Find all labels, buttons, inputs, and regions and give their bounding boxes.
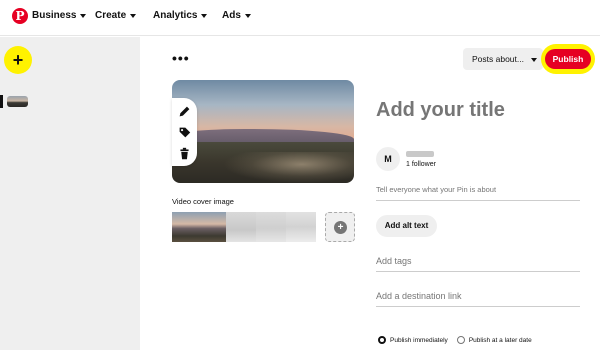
nav-create[interactable]: Create — [95, 10, 137, 21]
board-select-value: Posts about... — [472, 54, 524, 64]
pinterest-logo-icon[interactable]: P — [12, 8, 28, 24]
cover-frame[interactable] — [226, 212, 256, 242]
publish-later-label: Publish at a later date — [468, 336, 532, 344]
publish-immediately-label: Publish immediately — [390, 336, 448, 344]
nav-analytics-label: Analytics — [153, 10, 198, 21]
trash-icon[interactable] — [178, 147, 191, 160]
media-tools — [172, 98, 197, 166]
board-select[interactable]: Posts about... — [463, 48, 543, 70]
drafts-sidebar — [0, 37, 140, 350]
destination-link-input[interactable]: Add a destination link — [376, 291, 580, 307]
video-cover-label: Video cover image — [172, 197, 234, 206]
radio-publish-immediately[interactable] — [378, 336, 386, 344]
username-redacted — [406, 151, 434, 157]
publish-timing-options: Publish immediately Publish at a later d… — [378, 336, 541, 344]
create-new-pin-button[interactable]: + — [4, 46, 32, 74]
cover-frame[interactable] — [256, 212, 286, 242]
add-cover-frame-button[interactable]: + — [325, 212, 355, 242]
publish-button[interactable]: Publish — [545, 49, 591, 69]
add-alt-text-button[interactable]: Add alt text — [376, 215, 437, 237]
radio-publish-later[interactable] — [456, 336, 465, 344]
tag-icon[interactable] — [178, 126, 191, 139]
selected-draft-indicator — [0, 95, 3, 108]
nav-create-label: Create — [95, 10, 127, 21]
nav-analytics[interactable]: Analytics — [153, 10, 208, 21]
pin-description-input[interactable]: Tell everyone what your Pin is about — [376, 185, 580, 201]
nav-business-label: Business — [32, 10, 77, 21]
chevron-down-icon — [130, 14, 137, 18]
follower-count: 1 follower — [406, 161, 436, 168]
chevron-down-icon — [244, 14, 251, 18]
pencil-icon[interactable] — [178, 105, 191, 118]
cover-frame[interactable] — [172, 212, 226, 242]
nav-ads[interactable]: Ads — [222, 10, 251, 21]
more-options-button[interactable]: ••• — [172, 50, 190, 66]
pin-video-preview — [172, 80, 354, 183]
avatar: M — [376, 147, 400, 171]
pin-title-input[interactable]: Add your title — [376, 99, 586, 122]
draft-thumbnail[interactable] — [7, 96, 28, 107]
chevron-down-icon — [201, 14, 208, 18]
cover-frame[interactable] — [286, 212, 316, 242]
cover-frame-strip[interactable] — [172, 212, 316, 242]
plus-icon: + — [334, 221, 347, 234]
chevron-down-icon — [531, 58, 537, 62]
nav-ads-label: Ads — [222, 10, 241, 21]
top-nav: P Business Create Analytics Ads — [0, 0, 600, 36]
nav-business[interactable]: Business — [32, 10, 87, 21]
chevron-down-icon — [80, 14, 87, 18]
tags-input[interactable]: Add tags — [376, 256, 580, 272]
